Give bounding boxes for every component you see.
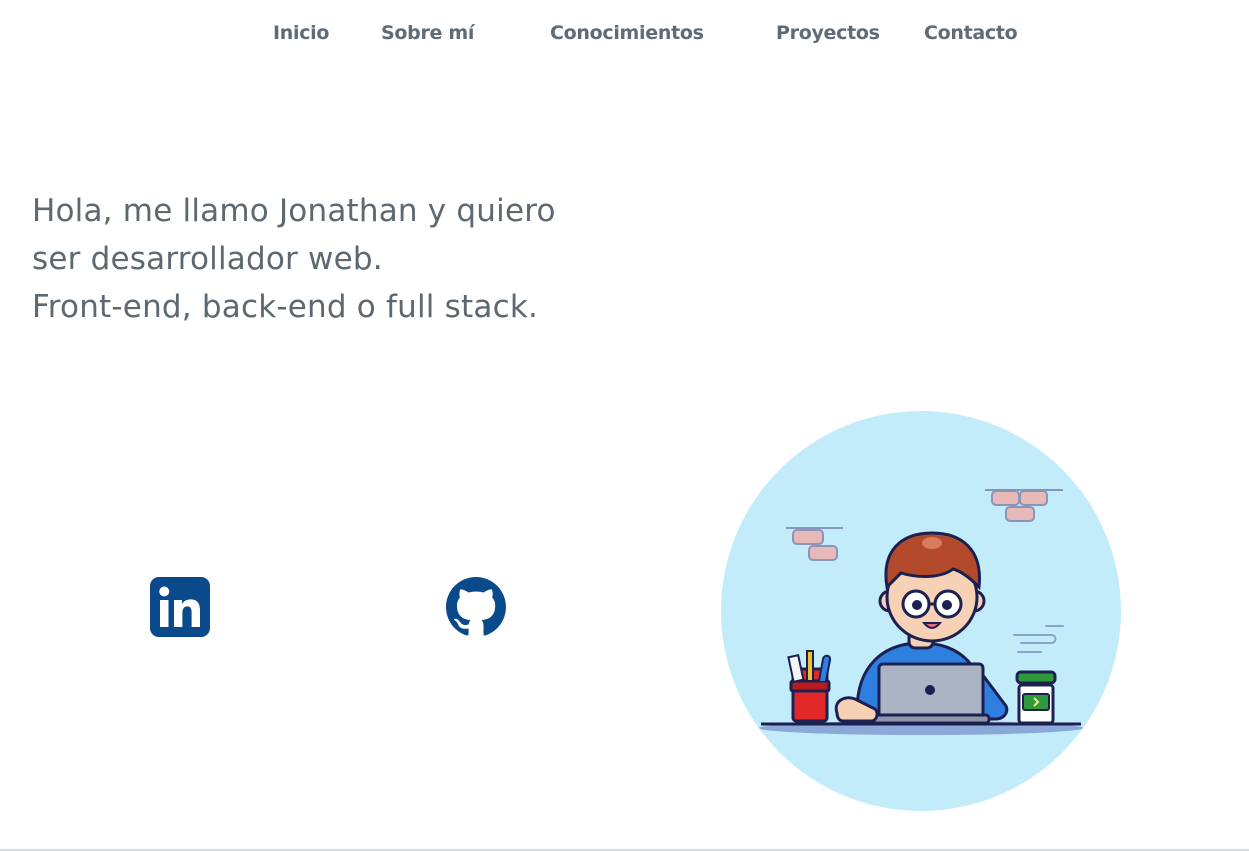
developer-illustration [721,411,1121,811]
nav-link-proyectos[interactable]: Proyectos [776,22,880,44]
github-link[interactable] [446,577,506,637]
hero-line-1: Hola, me llamo Jonathan y quiero [32,193,556,229]
nav-link-sobre-mi[interactable]: Sobre mí [381,22,474,44]
page: Inicio Sobre mí Conocimientos Proyectos … [0,0,1249,851]
hero-intro: Hola, me llamo Jonathan y quiero ser des… [32,187,556,331]
linkedin-link[interactable] [150,577,210,637]
linkedin-icon [150,577,210,637]
nav-link-contacto[interactable]: Contacto [924,22,1018,44]
hero-line-2: ser desarrollador web. [32,241,383,277]
nav-link-conocimientos[interactable]: Conocimientos [550,22,704,44]
hero-line-3: Front-end, back-end o full stack. [32,289,539,325]
nav-link-inicio[interactable]: Inicio [273,22,329,44]
github-icon [446,577,506,636]
